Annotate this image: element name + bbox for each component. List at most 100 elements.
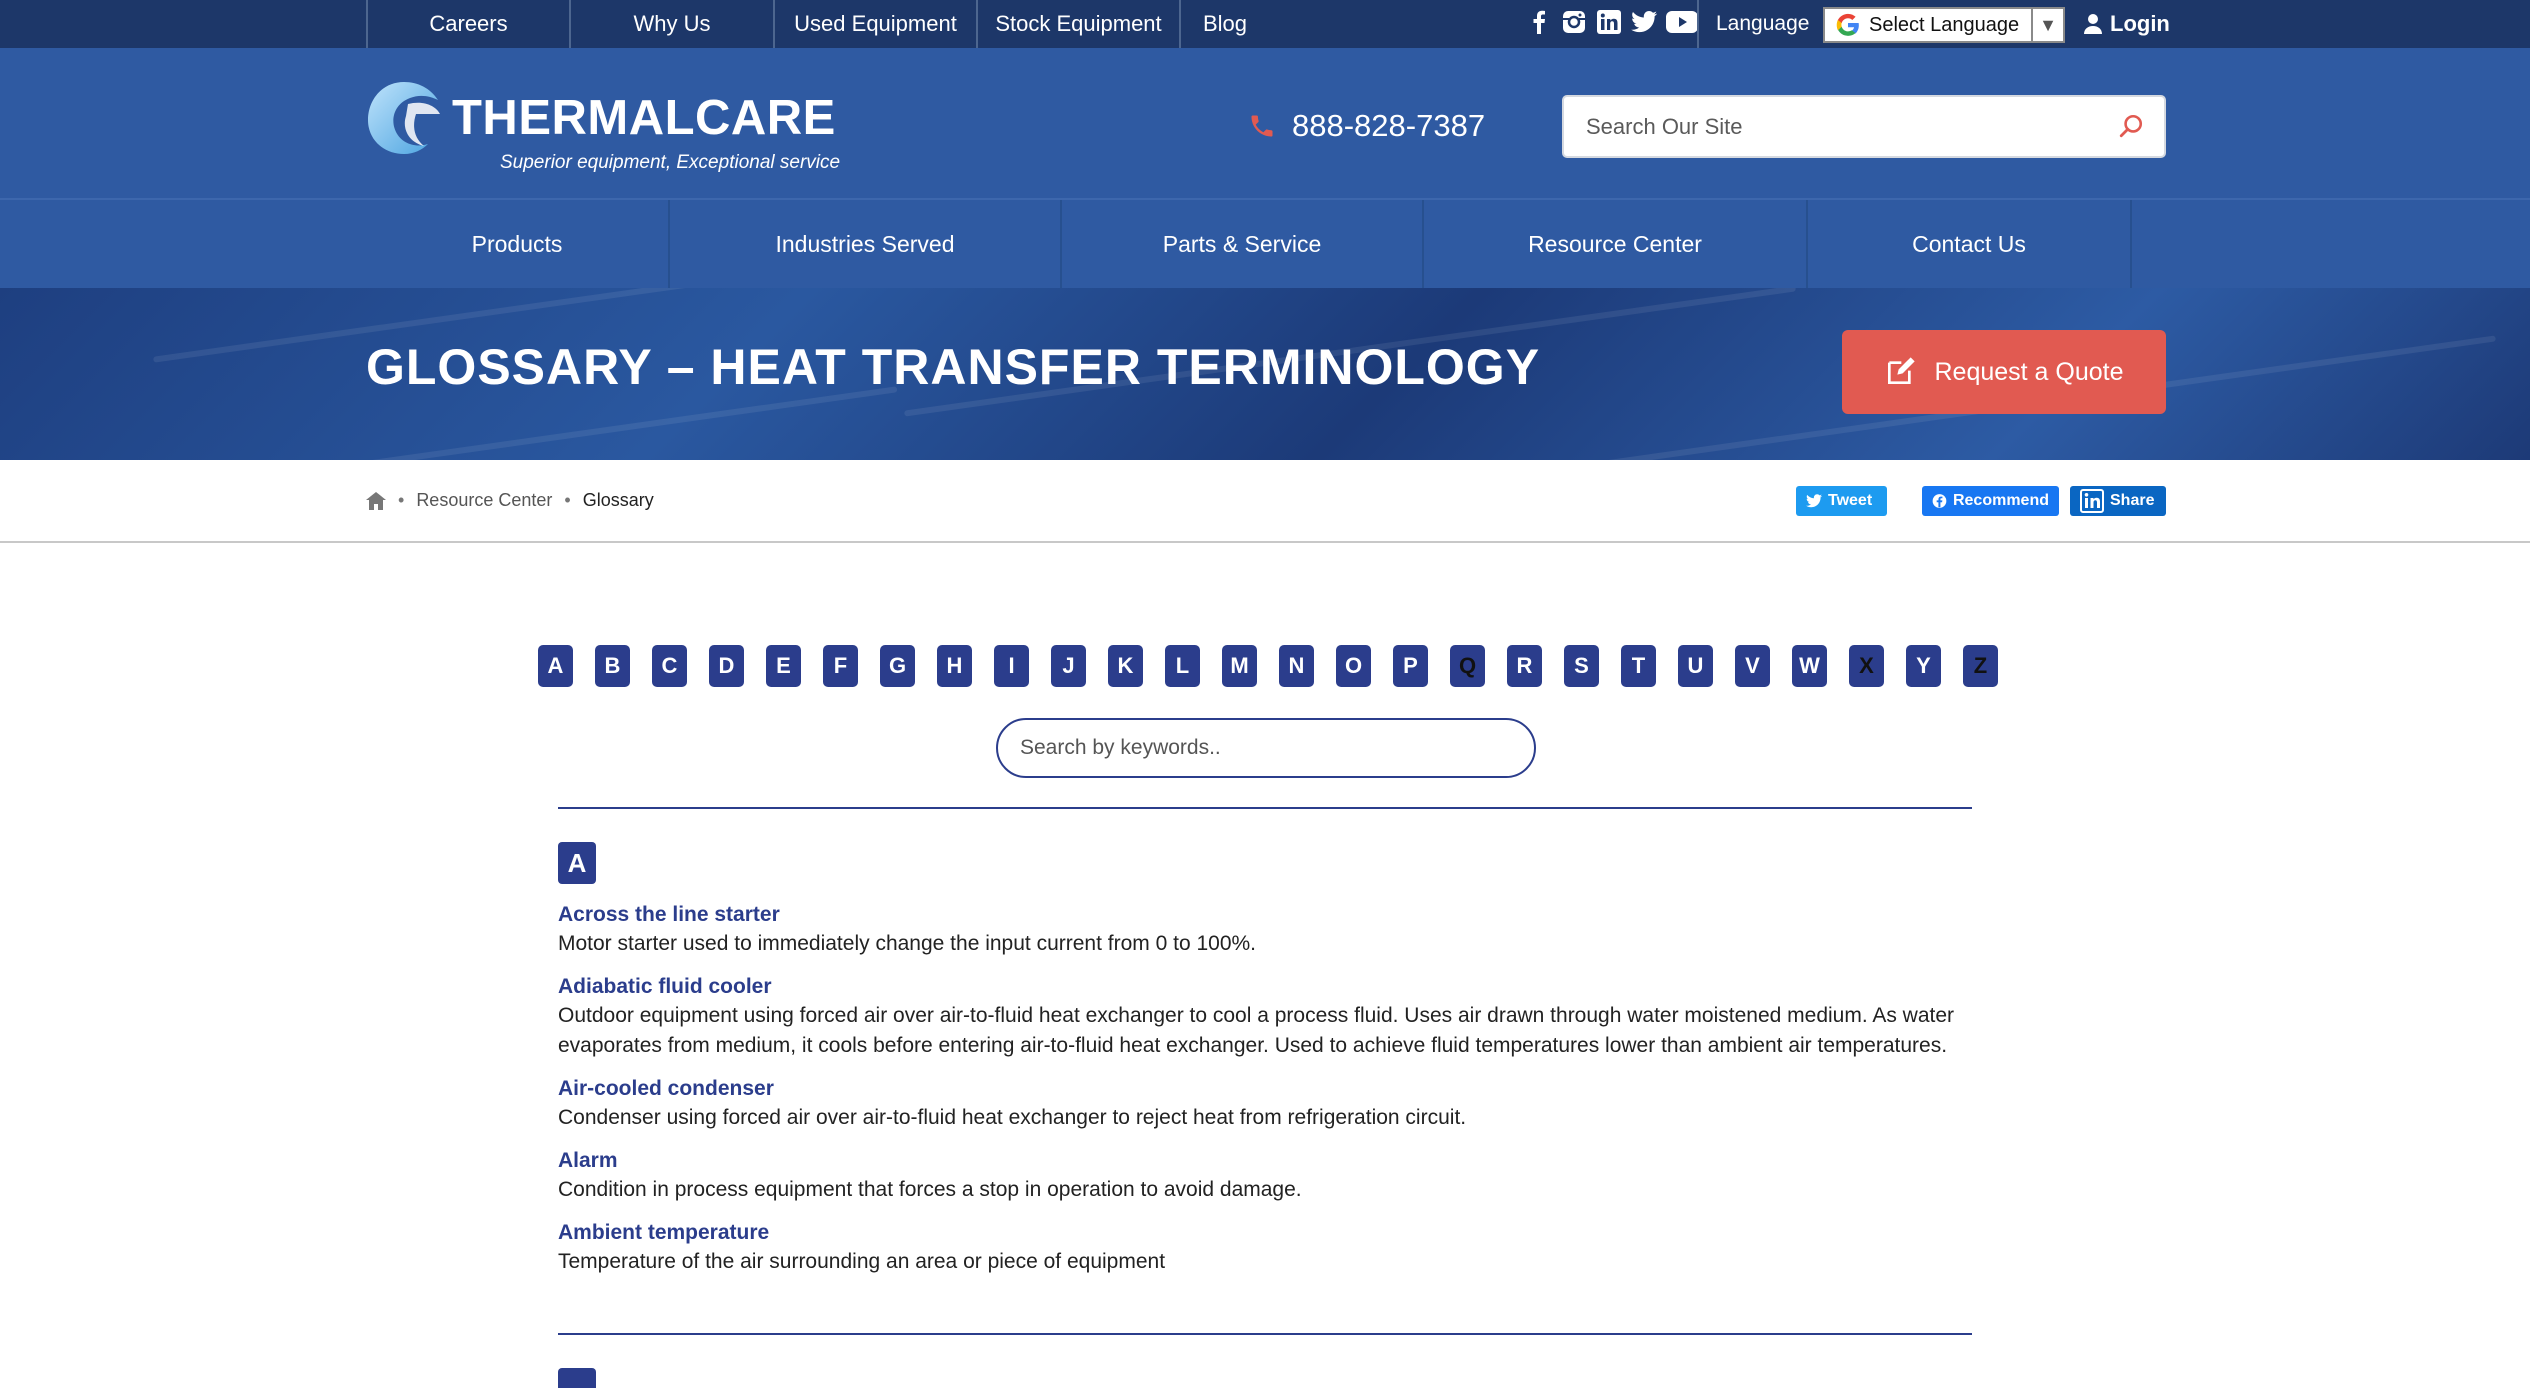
instagram-icon[interactable] — [1561, 9, 1587, 35]
alphabet-letter-p[interactable]: P — [1393, 645, 1428, 687]
alphabet-letter-x[interactable]: X — [1849, 645, 1884, 687]
alphabet-letter-c[interactable]: C — [652, 645, 687, 687]
facebook-recommend-button[interactable]: Recommend — [1922, 486, 2059, 516]
google-icon — [1836, 13, 1859, 36]
nav-item-industries-served[interactable]: Industries Served — [670, 200, 1062, 288]
glossary-entry: Across the line starter Motor starter use… — [558, 901, 1972, 959]
facebook-icon — [1932, 494, 1947, 508]
home-icon[interactable] — [366, 491, 386, 510]
tweet-button[interactable]: Tweet — [1796, 486, 1887, 516]
glossary-definition: Outdoor equipment using forced air over … — [558, 1004, 1955, 1057]
linkedin-icon — [2080, 489, 2104, 513]
facebook-icon[interactable] — [1526, 9, 1552, 35]
alphabet-letter-h[interactable]: H — [937, 645, 972, 687]
glossary-divider — [558, 1333, 1972, 1335]
page-banner: GLOSSARY – HEAT TRANSFER TERMINOLOGY Req… — [0, 288, 2530, 460]
utility-link-careers[interactable]: Careers — [366, 0, 569, 48]
utility-link-blog[interactable]: Blog — [1179, 0, 1249, 48]
utility-link-used-equipment[interactable]: Used Equipment — [773, 0, 976, 48]
glossary-term: Ambient temperature — [558, 1221, 770, 1244]
breadcrumb-separator: • — [564, 490, 571, 510]
utility-nav: Careers Why Us Used Equipment Stock Equi… — [366, 0, 1249, 48]
alphabet-letter-j[interactable]: J — [1051, 645, 1086, 687]
facebook-recommend-label: Recommend — [1952, 492, 2049, 509]
breadcrumb-resource-center[interactable]: Resource Center — [416, 490, 552, 511]
site-search-input[interactable]: Search Our Site — [1562, 95, 2166, 158]
next-section-letter-badge — [558, 1368, 596, 1388]
alphabet-letter-a[interactable]: A — [538, 645, 573, 687]
section-letter-badge: A — [558, 842, 596, 884]
alphabet-letter-n[interactable]: N — [1279, 645, 1314, 687]
glossary-definition: Condition in process equipment that forc… — [558, 1178, 1302, 1201]
login-link[interactable]: Login — [2084, 0, 2170, 48]
utility-link-stock-equipment[interactable]: Stock Equipment — [976, 0, 1179, 48]
alphabet-letter-r[interactable]: R — [1507, 645, 1542, 687]
breadcrumb-current: Glossary — [582, 490, 654, 510]
user-icon — [2084, 14, 2102, 34]
glossary-entry: Alarm Condition in process equipment that… — [558, 1147, 1972, 1205]
alphabet-letter-o[interactable]: O — [1336, 645, 1371, 687]
chevron-down-icon[interactable]: ▼ — [2031, 9, 2063, 41]
linkedin-icon[interactable] — [1596, 9, 1622, 35]
utility-link-why-us[interactable]: Why Us — [569, 0, 773, 48]
youtube-icon[interactable] — [1666, 9, 1698, 35]
keyword-search-placeholder: Search by keywords.. — [1020, 736, 1221, 759]
edit-icon — [1888, 357, 1916, 384]
nav-item-resource-center[interactable]: Resource Center — [1424, 200, 1808, 288]
glossary-definition: Condenser using forced air over air-to-f… — [558, 1106, 1467, 1129]
alphabet-letter-d[interactable]: D — [709, 645, 744, 687]
phone-number-text: 888-828-7387 — [1292, 108, 1486, 143]
glossary-term: Alarm — [558, 1149, 618, 1172]
linkedin-share-button[interactable]: Share — [2070, 486, 2166, 516]
glossary-entry: Adiabatic fluid cooler Outdoor equipment … — [558, 973, 1972, 1061]
linkedin-share-label: Share — [2110, 492, 2155, 509]
glossary-divider — [558, 807, 1972, 809]
language-select-value: Select Language — [1869, 13, 2020, 36]
alphabet-letter-i[interactable]: I — [994, 645, 1029, 687]
alphabet-filter: ABCDEFGHIJKLMNOPQRSTUVWXYZ — [538, 645, 1998, 687]
nav-item-contact-us[interactable]: Contact Us — [1808, 200, 2132, 288]
page-title: GLOSSARY – HEAT TRANSFER TERMINOLOGY — [366, 339, 1541, 395]
banner-texture — [302, 386, 898, 460]
keyword-search-input[interactable]: Search by keywords.. — [996, 718, 1536, 778]
divider — [1697, 0, 1699, 48]
login-label: Login — [2110, 11, 2170, 36]
breadcrumb: • Resource Center • Glossary — [366, 490, 654, 511]
nav-item-products[interactable]: Products — [366, 200, 670, 288]
alphabet-letter-g[interactable]: G — [880, 645, 915, 687]
nav-item-parts-service[interactable]: Parts & Service — [1062, 200, 1424, 288]
phone-number[interactable]: 888-828-7387 — [1248, 108, 1485, 144]
alphabet-letter-s[interactable]: S — [1564, 645, 1599, 687]
alphabet-letter-m[interactable]: M — [1222, 645, 1257, 687]
glossary-term-list: Across the line starter Motor starter use… — [558, 901, 1972, 1291]
glossary-term: Air-cooled condenser — [558, 1077, 774, 1100]
social-links — [1526, 9, 1698, 35]
tweet-label: Tweet — [1828, 492, 1873, 509]
main-navigation: Products Industries Served Parts & Servi… — [0, 198, 2530, 288]
glossary-definition: Temperature of the air surrounding an ar… — [558, 1250, 1166, 1273]
alphabet-letter-e[interactable]: E — [766, 645, 801, 687]
search-icon[interactable] — [2118, 113, 2144, 139]
alphabet-letter-t[interactable]: T — [1621, 645, 1656, 687]
language-select[interactable]: Select Language ▼ — [1823, 7, 2065, 43]
alphabet-letter-l[interactable]: L — [1165, 645, 1200, 687]
company-logo[interactable]: THERMALCARE Superior equipment, Exceptio… — [364, 70, 864, 180]
logo-wordmark: THERMALCARE — [452, 91, 836, 145]
alphabet-letter-v[interactable]: V — [1735, 645, 1770, 687]
glossary-definition: Motor starter used to immediately change… — [558, 932, 1257, 955]
logo-swirl-icon — [368, 82, 440, 154]
alphabet-letter-u[interactable]: U — [1678, 645, 1713, 687]
alphabet-letter-f[interactable]: F — [823, 645, 858, 687]
glossary-entry: Ambient temperature Temperature of the ai… — [558, 1219, 1972, 1277]
request-quote-button[interactable]: Request a Quote — [1842, 330, 2166, 414]
top-utility-bar: Careers Why Us Used Equipment Stock Equi… — [0, 0, 2530, 48]
alphabet-letter-k[interactable]: K — [1108, 645, 1143, 687]
alphabet-letter-y[interactable]: Y — [1906, 645, 1941, 687]
alphabet-letter-q[interactable]: Q — [1450, 645, 1485, 687]
alphabet-letter-b[interactable]: B — [595, 645, 630, 687]
glossary-term: Across the line starter — [558, 903, 780, 926]
twitter-icon[interactable] — [1631, 9, 1657, 35]
alphabet-letter-w[interactable]: W — [1792, 645, 1827, 687]
alphabet-letter-z[interactable]: Z — [1963, 645, 1998, 687]
glossary-term: Adiabatic fluid cooler — [558, 975, 772, 998]
